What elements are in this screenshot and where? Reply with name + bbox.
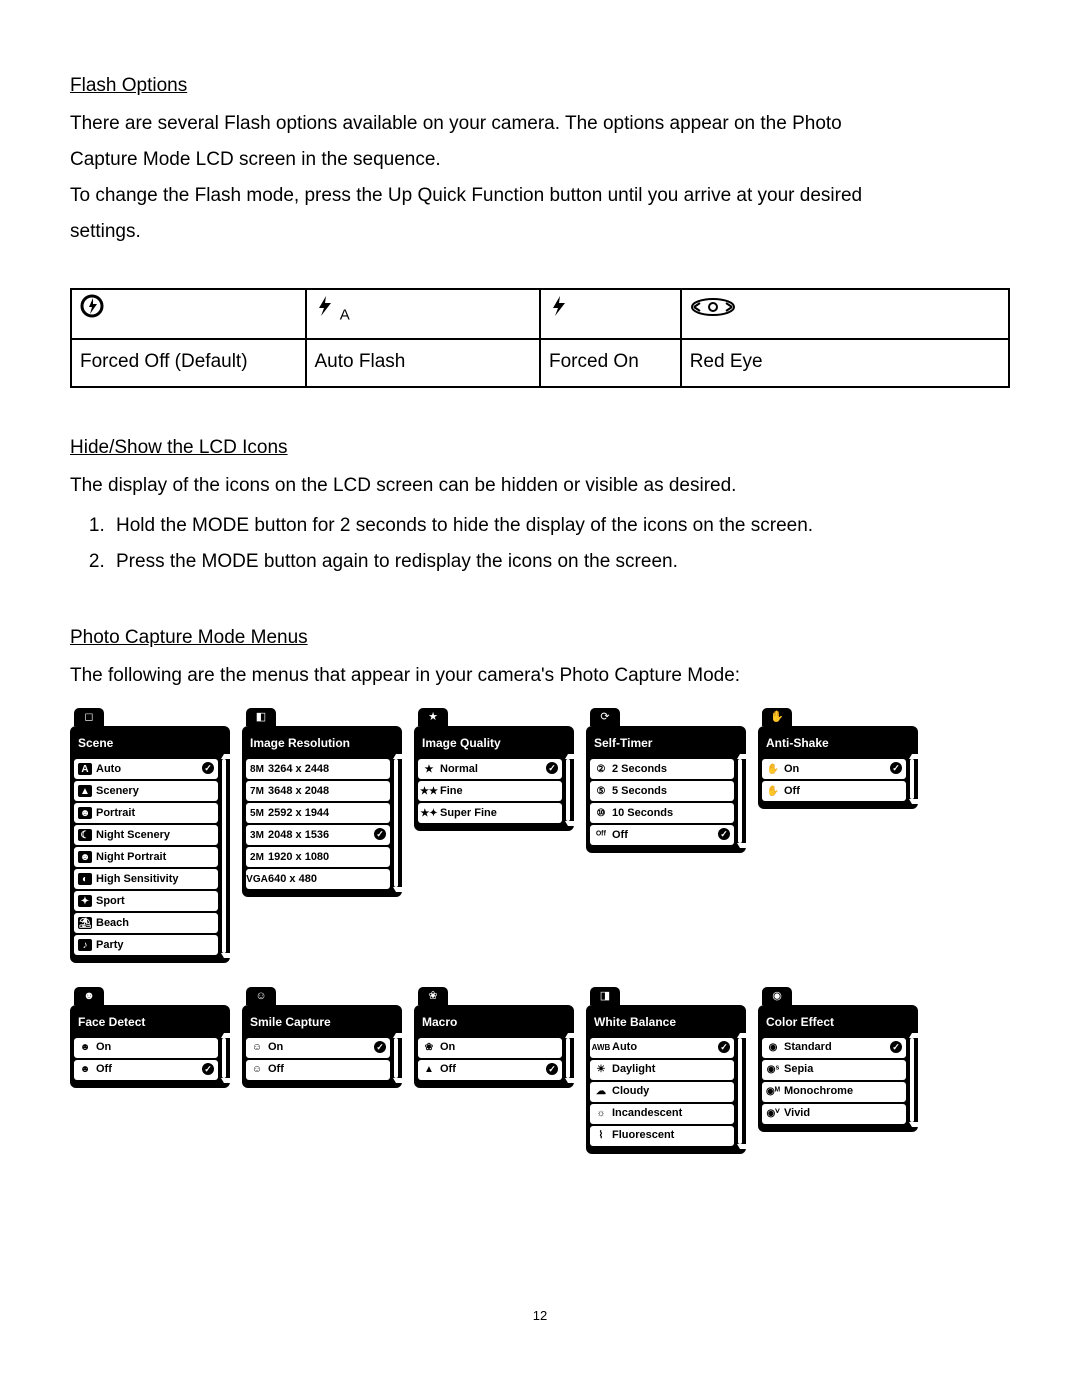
- quality-item-1: Fine: [440, 781, 463, 802]
- forced-on-icon: [549, 294, 569, 330]
- res-item-3: 2048 x 1536: [268, 825, 329, 846]
- res-item-1: 3648 x 2048: [268, 781, 329, 802]
- sm-item-0: On: [268, 1037, 283, 1058]
- flash-cell-2: Forced On: [540, 339, 681, 387]
- color-title: Color Effect: [762, 1009, 914, 1038]
- lcd-p1: The display of the icons on the LCD scre…: [70, 468, 1010, 504]
- flash-p4: settings.: [70, 214, 1010, 250]
- macro-item-1: Off: [440, 1059, 456, 1080]
- flash-table: A Forced Off (Default) Auto Flash Forced…: [70, 288, 1010, 387]
- res-item-4: 1920 x 1080: [268, 847, 329, 868]
- menus-p1: The following are the menus that appear …: [70, 658, 1010, 694]
- wb-tab-icon: ◨: [590, 987, 620, 1005]
- resolution-tab-icon: ◧: [246, 708, 276, 726]
- color-item-2: Monochrome: [784, 1081, 853, 1102]
- forced-off-icon: [80, 294, 106, 331]
- selftimer-title: Self-Timer: [590, 730, 742, 759]
- scene-item-5: High Sensitivity: [96, 869, 179, 890]
- scene-item-6: Sport: [96, 891, 125, 912]
- selftimer-tab-icon: ⟳: [590, 708, 620, 726]
- menu-antishake: ✋ Anti-Shake ✋On✓ ✋Off: [758, 708, 918, 809]
- menu-color: ◉ Color Effect ◉Standard✓ ◉ˢSepia ◉ᴹMono…: [758, 987, 918, 1132]
- fd-item-1: Off: [96, 1059, 112, 1080]
- quality-title: Image Quality: [418, 730, 570, 759]
- quality-item-0: Normal: [440, 759, 478, 780]
- flash-p3: To change the Flash mode, press the Up Q…: [70, 178, 1010, 214]
- scene-item-1: Scenery: [96, 781, 139, 802]
- quality-tab-icon: ★: [418, 708, 448, 726]
- antishake-title: Anti-Shake: [762, 730, 914, 759]
- fd-item-0: On: [96, 1037, 111, 1058]
- scene-item-4: Night Portrait: [96, 847, 166, 868]
- menus-heading: Photo Capture Mode Menus: [70, 620, 1010, 656]
- lcd-step-1: Hold the MODE button for 2 seconds to hi…: [110, 508, 1010, 544]
- menu-facedetect: ☻ Face Detect ☻On ☻Off✓: [70, 987, 230, 1088]
- macro-title: Macro: [418, 1009, 570, 1038]
- scene-title: Scene: [74, 730, 226, 759]
- facedetect-tab-icon: ☻: [74, 987, 104, 1005]
- st-item-3: Off: [612, 825, 628, 846]
- scene-item-3: Night Scenery: [96, 825, 170, 846]
- res-item-5: 640 x 480: [268, 869, 317, 890]
- wb-item-3: Incandescent: [612, 1103, 682, 1124]
- wb-title: White Balance: [590, 1009, 742, 1038]
- red-eye-icon: [690, 294, 736, 330]
- flash-p2: Capture Mode LCD screen in the sequence.: [70, 142, 1010, 178]
- color-tab-icon: ◉: [762, 987, 792, 1005]
- st-item-1: 5 Seconds: [612, 781, 667, 802]
- wb-item-4: Fluorescent: [612, 1125, 674, 1146]
- scene-item-8: Party: [96, 935, 124, 956]
- as-item-1: Off: [784, 781, 800, 802]
- flash-p1: There are several Flash options availabl…: [70, 106, 1010, 142]
- macro-item-0: On: [440, 1037, 455, 1058]
- lcd-heading: Hide/Show the LCD Icons: [70, 430, 1010, 466]
- menu-quality: ★ Image Quality ★Normal✓ ★★Fine ★✦Super …: [414, 708, 574, 831]
- menu-selftimer: ⟳ Self-Timer ②2 Seconds ⑤5 Seconds ⑩10 S…: [586, 708, 746, 853]
- st-item-2: 10 Seconds: [612, 803, 673, 824]
- menu-smile: ☺ Smile Capture ☺On✓ ☺Off: [242, 987, 402, 1088]
- flash-cell-3: Red Eye: [681, 339, 1009, 387]
- wb-item-0: Auto: [612, 1037, 637, 1058]
- scene-item-7: Beach: [96, 913, 129, 934]
- smile-tab-icon: ☺: [246, 987, 276, 1005]
- menu-resolution: ◧ Image Resolution 8M3264 x 2448 7M3648 …: [242, 708, 402, 897]
- page-number: 12: [70, 1304, 1010, 1329]
- menu-wb: ◨ White Balance AWBAuto✓ ☀Daylight ☁Clou…: [586, 987, 746, 1154]
- flash-heading: Flash Options: [70, 68, 1010, 104]
- color-item-1: Sepia: [784, 1059, 813, 1080]
- lcd-step-2: Press the MODE button again to redisplay…: [110, 544, 1010, 580]
- facedetect-title: Face Detect: [74, 1009, 226, 1038]
- flash-cell-1: Auto Flash: [306, 339, 541, 387]
- scene-item-2: Portrait: [96, 803, 135, 824]
- quality-item-2: Super Fine: [440, 803, 497, 824]
- sm-item-1: Off: [268, 1059, 284, 1080]
- antishake-tab-icon: ✋: [762, 708, 792, 726]
- color-item-0: Standard: [784, 1037, 832, 1058]
- resolution-title: Image Resolution: [246, 730, 398, 759]
- wb-item-2: Cloudy: [612, 1081, 649, 1102]
- menu-scene: ◻ Scene AAuto✓ ▲Scenery ☻Portrait ☾Night…: [70, 708, 230, 963]
- auto-flash-icon: A: [315, 294, 350, 330]
- scene-tab-icon: ◻: [74, 708, 104, 726]
- flash-cell-0: Forced Off (Default): [71, 339, 306, 387]
- lcd-steps: Hold the MODE button for 2 seconds to hi…: [70, 508, 1010, 580]
- macro-tab-icon: ❀: [418, 987, 448, 1005]
- wb-item-1: Daylight: [612, 1059, 655, 1080]
- menu-macro: ❀ Macro ❀On ▲Off✓: [414, 987, 574, 1088]
- color-item-3: Vivid: [784, 1103, 810, 1124]
- res-item-2: 2592 x 1944: [268, 803, 329, 824]
- smile-title: Smile Capture: [246, 1009, 398, 1038]
- st-item-0: 2 Seconds: [612, 759, 667, 780]
- res-item-0: 3264 x 2448: [268, 759, 329, 780]
- as-item-0: On: [784, 759, 799, 780]
- scene-item-0: Auto: [96, 759, 121, 780]
